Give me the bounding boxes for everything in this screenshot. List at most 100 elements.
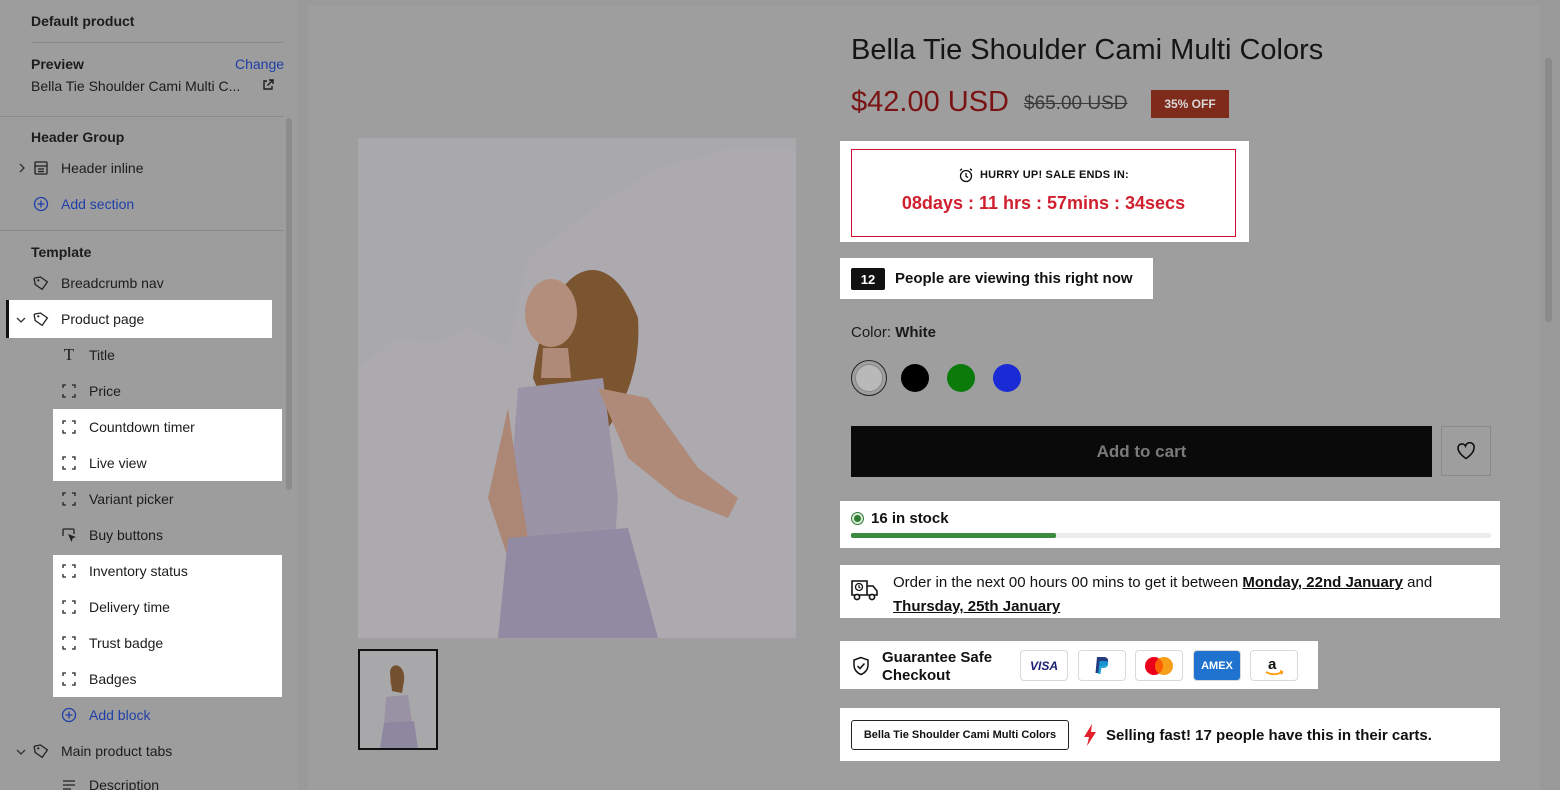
- selected-color-value: White: [895, 324, 937, 341]
- block-badges[interactable]: Badges: [61, 661, 136, 697]
- viewer-count-badge: 12: [851, 268, 885, 290]
- divider: [0, 230, 284, 231]
- external-link-icon[interactable]: [262, 79, 274, 91]
- cursor-click-icon: [61, 527, 77, 543]
- countdown-time: 08days : 11 hrs : 57mins : 34secs: [901, 193, 1186, 213]
- countdown-heading: HURRY UP! SALE ENDS IN:: [958, 167, 1129, 183]
- paragraph-icon: [61, 777, 77, 790]
- block-label: Delivery time: [89, 599, 170, 615]
- discount-badge: 35% OFF: [1151, 90, 1229, 118]
- block-buy-buttons[interactable]: Buy buttons: [61, 517, 163, 553]
- add-to-cart-button[interactable]: Add to cart: [851, 426, 1432, 477]
- product-title: Bella Tie Shoulder Cami Multi Colors: [851, 34, 1324, 66]
- countdown-heading-text: HURRY UP! SALE ENDS IN:: [980, 169, 1129, 181]
- template-title: Default product: [31, 13, 135, 29]
- block-delivery-time[interactable]: Delivery time: [61, 589, 170, 625]
- amex-card-icon: AMEX: [1193, 650, 1241, 681]
- amazon-pay-icon: a: [1250, 650, 1298, 681]
- divider: [0, 116, 284, 117]
- template-heading: Template: [31, 244, 92, 260]
- delivery-prefix: Order in the next 00 hours 00 mins to ge…: [893, 574, 1239, 591]
- preview-product-name: Bella Tie Shoulder Cami Multi C...: [31, 78, 241, 94]
- alarm-clock-icon: [959, 168, 973, 183]
- header-group-heading: Header Group: [31, 129, 125, 145]
- section-header-inline[interactable]: Header inline: [33, 150, 144, 186]
- chevron-down-icon[interactable]: [16, 315, 26, 325]
- delivery-and: and: [1407, 574, 1433, 591]
- section-label: Breadcrumb nav: [61, 275, 164, 291]
- delivery-date-end: Thursday, 25th January: [893, 598, 1061, 615]
- add-block-button[interactable]: Add block: [61, 697, 150, 733]
- trust-badge-title: Guarantee Safe Checkout: [882, 649, 993, 684]
- add-section-button[interactable]: Add section: [33, 186, 134, 222]
- block-label: Live view: [89, 455, 147, 471]
- tag-icon: [33, 275, 49, 291]
- change-preview-link[interactable]: Change: [235, 56, 284, 72]
- block-description[interactable]: Description: [61, 767, 159, 790]
- delivery-truck-icon: [851, 580, 878, 601]
- block-label: Variant picker: [89, 491, 174, 507]
- block-label: Inventory status: [89, 563, 188, 579]
- section-main-product-tabs[interactable]: Main product tabs: [33, 733, 172, 769]
- chevron-right-icon[interactable]: [17, 163, 27, 173]
- section-breadcrumb-nav[interactable]: Breadcrumb nav: [33, 265, 164, 301]
- product-main-image[interactable]: [358, 138, 796, 638]
- preview-label: Preview: [31, 56, 84, 72]
- block-price[interactable]: Price: [61, 373, 121, 409]
- heart-icon: [1457, 442, 1475, 460]
- block-label: Description: [89, 777, 160, 790]
- wishlist-button[interactable]: [1441, 426, 1491, 476]
- block-frame-icon: [61, 419, 77, 435]
- stock-text: 16 in stock: [871, 510, 949, 527]
- stock-progress-fill: [851, 533, 1056, 538]
- block-frame-icon: [61, 563, 77, 579]
- delivery-date-start: Monday, 22nd January: [1242, 574, 1403, 591]
- block-countdown-timer[interactable]: Countdown timer: [61, 409, 195, 445]
- tag-icon: [33, 743, 49, 759]
- block-label: Buy buttons: [89, 527, 163, 543]
- live-view-text: People are viewing this right now: [895, 270, 1133, 287]
- header-layout-icon: [33, 160, 49, 176]
- block-inventory-status[interactable]: Inventory status: [61, 553, 188, 589]
- block-variant-picker[interactable]: Variant picker: [61, 481, 174, 517]
- paypal-card-icon: [1078, 650, 1126, 681]
- color-swatch-green[interactable]: [947, 364, 975, 392]
- compare-at-price: $65.00 USD: [1024, 93, 1128, 114]
- add-section-label: Add section: [61, 196, 135, 212]
- add-block-label: Add block: [89, 707, 151, 723]
- block-label: Countdown timer: [89, 419, 195, 435]
- in-stock-indicator-icon: [851, 512, 864, 525]
- product-thumbnail[interactable]: [358, 649, 438, 750]
- section-product-page[interactable]: Product page: [33, 301, 144, 337]
- divider: [31, 42, 283, 43]
- chevron-down-icon[interactable]: [16, 747, 26, 757]
- preview-scrollbar[interactable]: [1545, 58, 1552, 322]
- block-frame-icon: [61, 599, 77, 615]
- visa-card-icon: VISA: [1020, 650, 1068, 681]
- block-frame-icon: [61, 635, 77, 651]
- mastercard-icon: [1135, 650, 1183, 681]
- lightning-bolt-icon: [1084, 724, 1096, 746]
- color-swatch-blue[interactable]: [993, 364, 1021, 392]
- block-label: Title: [89, 347, 115, 363]
- sidebar-scrollbar[interactable]: [286, 118, 292, 490]
- selling-fast-text: Selling fast! 17 people have this in the…: [1106, 727, 1432, 744]
- block-frame-icon: [61, 671, 77, 687]
- delivery-estimate-text: Order in the next 00 hours 00 mins to ge…: [893, 571, 1493, 619]
- svg-text:a: a: [1268, 656, 1277, 673]
- sale-price: $42.00 USD: [851, 86, 1009, 118]
- section-label: Main product tabs: [61, 743, 173, 759]
- color-swatch-black[interactable]: [901, 364, 929, 392]
- block-live-view[interactable]: Live view: [61, 445, 147, 481]
- product-name-badge: Bella Tie Shoulder Cami Multi Colors: [851, 720, 1069, 750]
- theme-editor-sidebar: Default product Preview Change Bella Tie…: [0, 0, 298, 790]
- color-option-name: Color:: [851, 324, 892, 341]
- block-frame-icon: [61, 455, 77, 471]
- color-label: Color: White: [851, 324, 936, 341]
- tag-icon: [33, 311, 49, 327]
- color-swatch-white[interactable]: [855, 364, 883, 392]
- block-title[interactable]: T Title: [61, 337, 115, 373]
- block-label: Trust badge: [89, 635, 164, 651]
- block-label: Badges: [89, 671, 137, 687]
- block-trust-badge[interactable]: Trust badge: [61, 625, 163, 661]
